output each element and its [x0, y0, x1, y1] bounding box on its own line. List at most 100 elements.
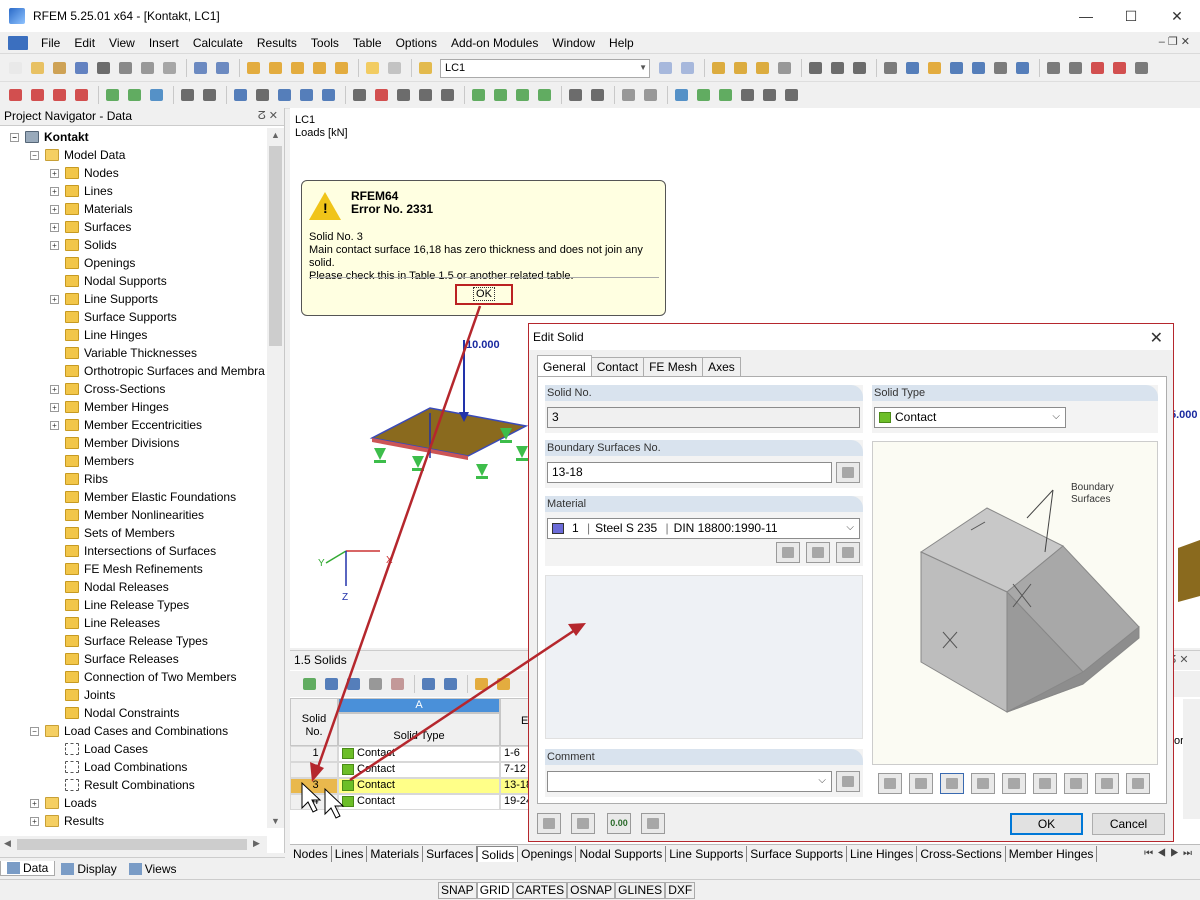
status-snap[interactable]: SNAP	[438, 881, 477, 899]
table-icon[interactable]	[363, 59, 382, 77]
solid-type-select[interactable]: Contact ⌵	[874, 407, 1066, 428]
layout-icon[interactable]	[760, 86, 779, 104]
sidebar-item-sets-of-members[interactable]: Sets of Members	[50, 524, 175, 542]
sidebar-item-load-cases[interactable]: Load Cases	[50, 740, 148, 758]
menu-tools[interactable]: Tools	[304, 36, 346, 50]
pan-icon[interactable]	[416, 86, 435, 104]
scissors-icon[interactable]	[1044, 59, 1063, 77]
hscroll-thumb[interactable]	[17, 839, 247, 850]
tab-display[interactable]: Display	[55, 862, 122, 876]
undo-icon[interactable]	[191, 59, 210, 77]
sidebar-item-member-nonlinearities[interactable]: Member Nonlinearities	[50, 506, 204, 524]
sidebar-item-line-hinges[interactable]: Line Hinges	[50, 326, 147, 344]
visibility-icon[interactable]	[513, 86, 532, 104]
table-row-boundary[interactable]: 19-24	[500, 794, 530, 810]
scroll-left-icon[interactable]: ◀	[4, 838, 11, 849]
print-preview-icon[interactable]	[160, 59, 179, 77]
mirror-icon[interactable]	[1088, 59, 1107, 77]
new-material-button[interactable]	[806, 542, 830, 563]
expand-icon[interactable]: +	[30, 816, 39, 826]
menu-window[interactable]: Window	[545, 36, 602, 50]
dimension-icon[interactable]	[619, 86, 638, 104]
expand-icon[interactable]: +	[50, 204, 59, 214]
new-member-icon[interactable]	[103, 86, 122, 104]
sidebar-item-loads[interactable]: + Loads	[30, 794, 97, 812]
view-icon[interactable]	[253, 86, 272, 104]
line-support-icon[interactable]	[200, 86, 219, 104]
solid-no-field[interactable]: 3	[547, 407, 860, 428]
menu-addon-modules[interactable]: Add-on Modules	[444, 36, 545, 50]
new-polyline-icon[interactable]	[50, 86, 69, 104]
boundary-surfaces-input[interactable]: 13-18	[547, 462, 832, 483]
xxx-icon[interactable]	[775, 59, 794, 77]
open-project-icon[interactable]	[50, 59, 69, 77]
sidebar-item-line-releases[interactable]: Line Releases	[50, 614, 160, 632]
sidebar-item-solids[interactable]: + Solids	[50, 236, 117, 254]
sidebar-item-surface-supports[interactable]: Surface Supports	[50, 308, 177, 326]
expand-icon[interactable]: +	[50, 402, 59, 412]
pick-surfaces-button[interactable]	[836, 462, 860, 483]
table-row-type-selected[interactable]: Contact	[338, 778, 500, 794]
edit-material-button[interactable]	[836, 542, 860, 563]
sidebar-item-fe-mesh-refinements[interactable]: FE Mesh Refinements	[50, 560, 203, 578]
sidebar-item-intersections-of-surfaces[interactable]: Intersections of Surfaces	[50, 542, 216, 560]
navigator-scrollbar[interactable]: ▲ ▼	[267, 128, 284, 828]
guideline-icon[interactable]	[641, 86, 660, 104]
sidebar-item-member-divisions[interactable]: Member Divisions	[50, 434, 179, 452]
scroll-thumb[interactable]	[269, 146, 282, 346]
preview-view-x-icon[interactable]	[1002, 772, 1026, 794]
values-icon[interactable]	[731, 59, 750, 77]
clipboard-icon[interactable]	[1132, 59, 1151, 77]
preview-view-z-icon[interactable]	[1064, 772, 1088, 794]
table-row-no[interactable]: 4	[290, 794, 338, 810]
select-icon[interactable]	[903, 59, 922, 77]
preview-view-y-icon[interactable]	[1033, 772, 1057, 794]
table-view-icon[interactable]	[494, 675, 513, 693]
sidebar-item-ribs[interactable]: Ribs	[50, 470, 108, 488]
units-button[interactable]: 0.00	[607, 813, 631, 834]
grid-settings-icon[interactable]	[738, 86, 757, 104]
new-node-icon[interactable]	[6, 86, 25, 104]
table-row-type[interactable]: Contact	[338, 794, 500, 810]
tab-views[interactable]: Views	[123, 862, 183, 876]
tab-line-supports[interactable]: Line Supports	[666, 845, 748, 862]
sidebar-item-load-cases-and-combinations[interactable]: − Load Cases and Combinations	[30, 722, 228, 740]
status-dxf[interactable]: DXF	[665, 881, 696, 899]
save-all-icon[interactable]	[94, 59, 113, 77]
sidebar-item-nodal-supports[interactable]: Nodal Supports	[50, 272, 167, 290]
sidebar-item-load-combinations[interactable]: Load Combinations	[50, 758, 187, 776]
save-icon[interactable]	[72, 59, 91, 77]
sidebar-item-nodes[interactable]: + Nodes	[50, 164, 119, 182]
show-results-icon[interactable]	[709, 59, 728, 77]
import-button[interactable]	[641, 813, 665, 834]
expand-icon[interactable]: +	[30, 798, 39, 808]
table-edit-icon[interactable]	[300, 675, 319, 693]
loadcase-icon[interactable]	[416, 59, 435, 77]
sidebar-item-lines[interactable]: + Lines	[50, 182, 113, 200]
status-cartes[interactable]: CARTES	[512, 881, 568, 899]
table-select-icon[interactable]	[472, 675, 491, 693]
ok-button[interactable]: OK	[1010, 813, 1083, 835]
status-osnap[interactable]: OSNAP	[567, 881, 616, 899]
tab-nodal-supports[interactable]: Nodal Supports	[576, 845, 667, 862]
deform-icon[interactable]	[806, 59, 825, 77]
new-surface-icon[interactable]	[125, 86, 144, 104]
preview-view-3d-icon[interactable]	[1095, 772, 1119, 794]
expand-icon[interactable]: +	[50, 240, 59, 250]
maximize-button[interactable]: ☐	[1108, 0, 1154, 32]
menu-calculate[interactable]: Calculate	[186, 36, 250, 50]
expand-icon[interactable]: −	[30, 150, 39, 160]
new-arc-icon[interactable]	[72, 86, 91, 104]
cancel-button[interactable]: Cancel	[1092, 813, 1165, 835]
copy-icon[interactable]	[969, 59, 988, 77]
view-x-icon[interactable]	[297, 86, 316, 104]
preview-zoom-icon[interactable]	[1126, 772, 1150, 794]
results-view-icon[interactable]	[753, 59, 772, 77]
tab-lines[interactable]: Lines	[332, 845, 368, 862]
expand-icon[interactable]: +	[50, 384, 59, 394]
expand-icon[interactable]: +	[50, 168, 59, 178]
error-ok-button[interactable]: OK	[455, 284, 513, 305]
sidebar-item-member-hinges[interactable]: + Member Hinges	[50, 398, 169, 416]
edit-button[interactable]	[571, 813, 595, 834]
menu-edit[interactable]: Edit	[67, 36, 102, 50]
